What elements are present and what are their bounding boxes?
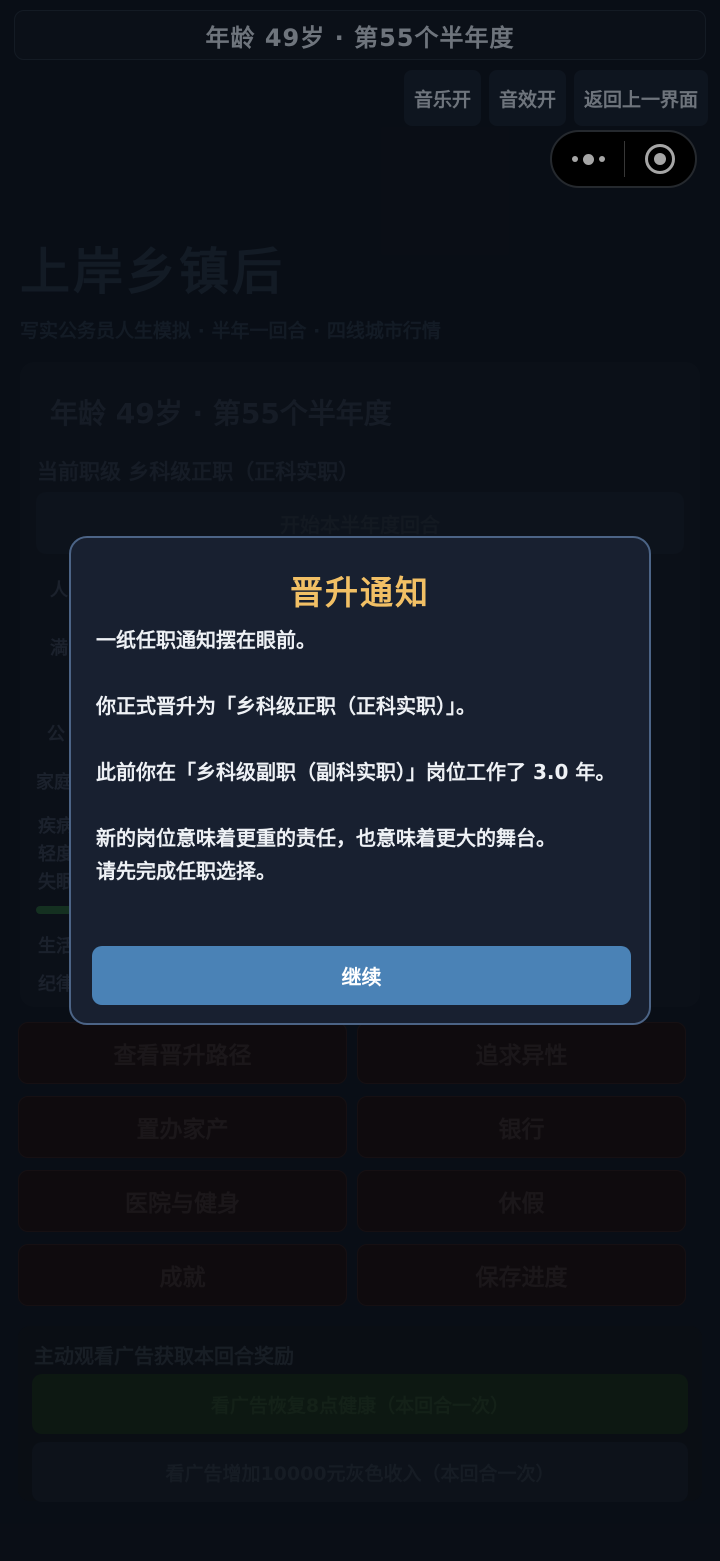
dialog-line: 请先完成任职选择。	[96, 859, 276, 883]
dialog-body: 一纸任职通知摆在眼前。 你正式晋升为「乡科级正职（正科实职）」。 此前你在「乡科…	[96, 624, 631, 888]
dialog-paragraph: 新的岗位意味着更重的责任，也意味着更大的舞台。 请先完成任职选择。	[96, 822, 631, 888]
dialog-paragraph: 一纸任职通知摆在眼前。	[96, 628, 316, 652]
dialog-line: 新的岗位意味着更重的责任，也意味着更大的舞台。	[96, 826, 556, 850]
dialog-paragraph: 此前你在「乡科级副职（副科实职）」岗位工作了 3.0 年。	[96, 760, 616, 784]
continue-button[interactable]: 继续	[92, 946, 631, 1005]
dialog-paragraph: 你正式晋升为「乡科级正职（正科实职）」。	[96, 694, 476, 718]
dialog-title: 晋升通知	[290, 573, 430, 612]
promotion-dialog: 晋升通知 一纸任职通知摆在眼前。 你正式晋升为「乡科级正职（正科实职）」。 此前…	[69, 536, 651, 1025]
